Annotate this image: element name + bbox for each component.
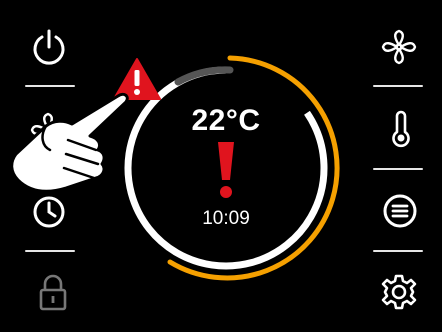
pointing-hand-icon (10, 92, 129, 193)
alert-icon (218, 142, 234, 198)
temperature-value: 22°C (191, 104, 261, 137)
thermostat-screen: 22°C 10:09 (0, 0, 442, 332)
dial-progress-arc (167, 55, 340, 281)
time-display: 10:09 (202, 208, 250, 229)
